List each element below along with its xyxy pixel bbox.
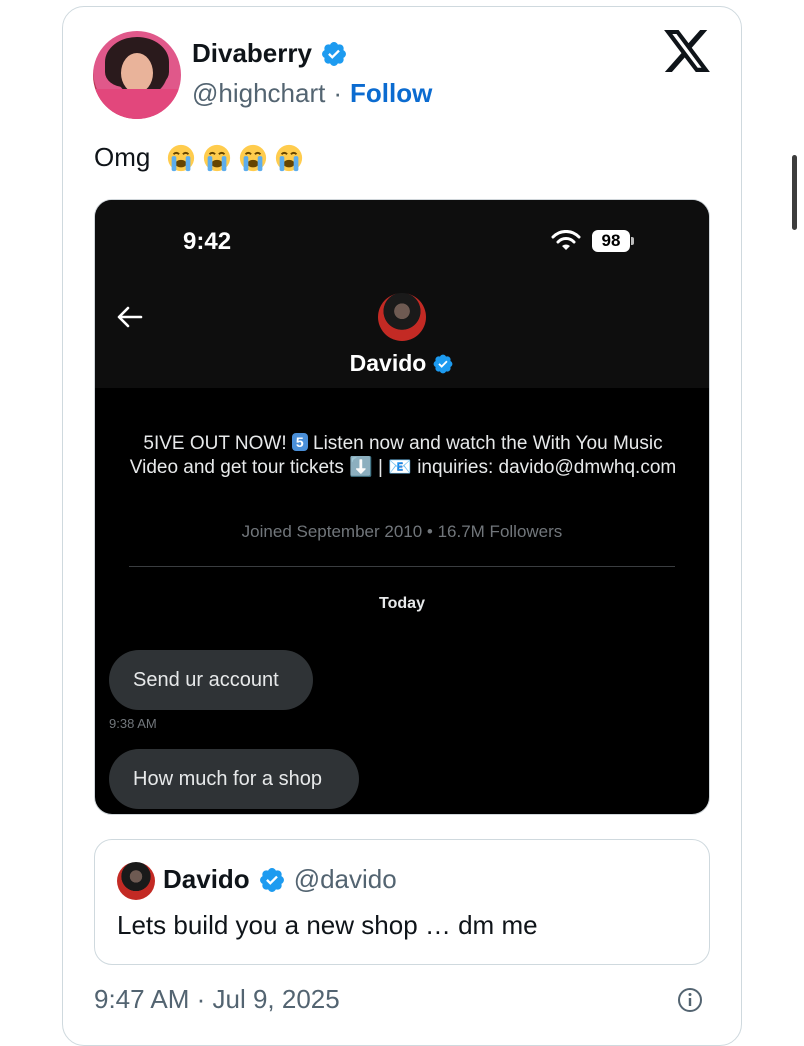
dm-profile-meta: Joined September 2010 • 16.7M Followers (241, 522, 563, 541)
message-bubble: Send ur account (109, 650, 313, 710)
scrollbar[interactable] (792, 155, 797, 230)
quote-text: Lets build you a new shop … dm me (117, 910, 538, 940)
author-display-name[interactable]: Divaberry (192, 38, 312, 69)
number-five-emoji: 5 (291, 433, 308, 451)
message-bubble: How much for a shop (109, 749, 359, 809)
loudly-crying-face-emoji (204, 144, 231, 171)
tweet-text: Omg (94, 142, 304, 173)
info-icon[interactable] (677, 987, 703, 1013)
x-logo-icon[interactable] (664, 30, 710, 72)
separator-dot: · (333, 78, 343, 108)
dm-profile-name: Davido (349, 350, 427, 376)
quote-display-name: Davido (163, 864, 250, 894)
dm-profile-bio: 5IVE OUT NOW! 5 Listen now and watch the… (129, 433, 677, 478)
divider (129, 566, 675, 567)
status-time: 9:42 (183, 228, 232, 255)
loudly-crying-face-emoji (276, 144, 303, 171)
author-avatar[interactable] (93, 31, 181, 119)
verified-badge-icon (433, 354, 453, 373)
author-handle-row: @highchart · Follow (192, 78, 432, 109)
quote-author-row: Davido @davido (163, 864, 397, 895)
back-arrow-icon (117, 306, 143, 328)
attached-screenshot[interactable]: 9:42 98 Davido 5IVE OUT NOW! 5 Listen no… (94, 199, 710, 815)
verified-badge-icon (322, 41, 346, 66)
tweet-timestamp[interactable]: 9:47 AM · Jul 9, 2025 (94, 984, 340, 1015)
wifi-icon (551, 230, 581, 250)
dm-profile-avatar (378, 293, 426, 341)
date-separator: Today (379, 595, 425, 612)
author-name-row: Divaberry (192, 38, 348, 69)
quoted-tweet[interactable]: Davido @davido Lets build you a new shop… (94, 839, 710, 965)
loudly-crying-face-emoji (240, 144, 267, 171)
quote-handle: @davido (293, 864, 397, 894)
follow-button[interactable]: Follow (350, 78, 432, 109)
dm-name-row: Davido (95, 350, 709, 377)
loudly-crying-face-emoji (168, 144, 195, 171)
verified-badge-icon (259, 867, 284, 892)
author-handle[interactable]: @highchart (192, 78, 325, 109)
message-time: 9:38 AM (109, 716, 157, 731)
quote-author-avatar (117, 862, 155, 900)
tweet-body: Omg (94, 142, 151, 172)
battery-icon: 98 (592, 230, 634, 252)
